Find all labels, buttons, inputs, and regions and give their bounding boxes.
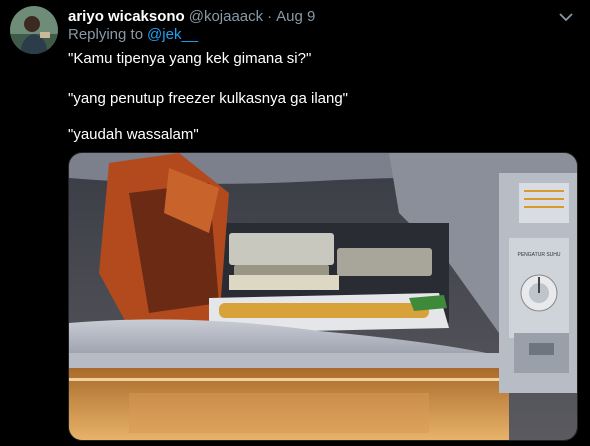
- author-handle[interactable]: @kojaaack: [189, 8, 263, 25]
- avatar[interactable]: [10, 6, 58, 54]
- tweet-line-3: "yaudah wassalam": [68, 126, 199, 143]
- chevron-down-icon[interactable]: [556, 10, 576, 24]
- replying-to: Replying to @jek__: [68, 26, 198, 43]
- freezer-dial-label: PENGATUR SUHU: [518, 252, 561, 258]
- reply-mention-link[interactable]: @jek__: [147, 26, 198, 43]
- tweet-header: ariyo wicaksono @kojaaack · Aug 9: [68, 6, 580, 26]
- tweet-line-2: "yang penutup freezer kulkasnya ga ilang…: [68, 90, 348, 107]
- tweet-date[interactable]: Aug 9: [276, 8, 315, 25]
- replying-label: Replying to: [68, 26, 144, 43]
- tweet-line-1: "Kamu tipenya yang kek gimana si?": [68, 50, 312, 67]
- freezer-photo: PENGATUR SUHU: [69, 153, 577, 440]
- separator-dot: ·: [267, 7, 273, 25]
- tweet-photo[interactable]: PENGATUR SUHU: [68, 152, 578, 441]
- author-name[interactable]: ariyo wicaksono: [68, 8, 185, 25]
